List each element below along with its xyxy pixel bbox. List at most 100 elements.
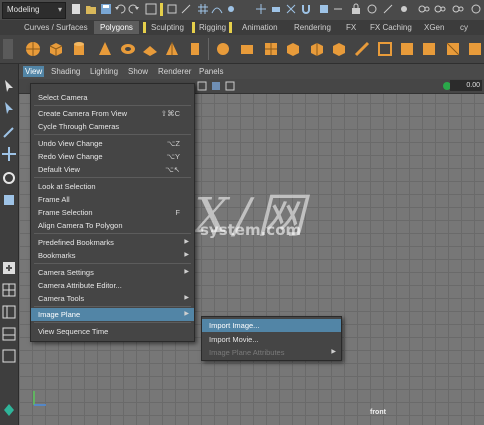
poly-sphere-icon[interactable] [24, 40, 42, 58]
paint-select-icon[interactable] [1, 124, 17, 140]
shading-icon[interactable] [452, 3, 464, 15]
extract-icon[interactable] [262, 40, 280, 58]
menu-item-camera-settings[interactable]: Camera Settings ▶ [31, 266, 194, 279]
tab-rendering[interactable]: Rendering [288, 21, 337, 34]
bevel-icon[interactable] [308, 40, 326, 58]
snap-surface-icon[interactable] [270, 3, 282, 15]
menu-separator [34, 105, 191, 106]
snap-grid-icon[interactable] [197, 3, 209, 15]
tab-animation[interactable]: Animation [236, 21, 284, 34]
render-current-frame-icon[interactable] [366, 3, 378, 15]
menu-item-import-movie[interactable]: Import Movie... [202, 333, 341, 346]
menu-item-align-camera-to-polygon[interactable]: Align Camera To Polygon [31, 219, 194, 232]
poly-cube-icon[interactable] [47, 40, 65, 58]
poly-disc-icon[interactable] [163, 40, 181, 58]
menu-item-image-plane[interactable]: Image Plane ▶ [31, 308, 194, 321]
menu-item-bookmarks[interactable]: Bookmarks ▶ [31, 249, 194, 262]
tab-rigging[interactable]: Rigging [193, 21, 232, 34]
snap-view-plane-icon[interactable] [285, 3, 297, 15]
construction-history-icon[interactable] [318, 3, 330, 15]
menu-item-undo-view-change[interactable]: Undo View Change ⌥Z [31, 137, 194, 150]
tab-curves-surfaces[interactable]: Curves / Surfaces [18, 21, 94, 34]
rotate-tool-icon[interactable] [1, 170, 17, 186]
menu-item-predefined-bookmarks[interactable]: Predefined Bookmarks ▶ [31, 236, 194, 249]
menu-item-select-camera[interactable]: Select Camera [31, 91, 194, 104]
menu-item-frame-all[interactable]: Frame All [31, 193, 194, 206]
outliner-layout-icon[interactable] [1, 348, 17, 364]
poly-cylinder-icon[interactable] [70, 40, 88, 58]
tab-cy[interactable]: cy [454, 21, 474, 34]
separate-icon[interactable] [238, 40, 256, 58]
menu-panels[interactable]: Panels [197, 66, 225, 77]
poly-cone-icon[interactable] [96, 40, 114, 58]
shelf-options-icon[interactable] [3, 39, 13, 59]
uv-editor-icon[interactable] [420, 40, 438, 58]
hypershade-icon[interactable] [418, 3, 430, 15]
tab-fx-caching[interactable]: FX Caching [364, 21, 418, 34]
lock-icon[interactable] [350, 3, 362, 15]
persp-graph-layout-icon[interactable] [1, 326, 17, 342]
bookmarks-icon[interactable] [225, 81, 235, 91]
menu-item-view-sequence-time[interactable]: View Sequence Time [31, 325, 194, 338]
persp-outliner-layout-icon[interactable] [1, 304, 17, 320]
menu-item-default-view[interactable]: Default View ⌥↖ [31, 163, 194, 176]
input-ops-icon[interactable] [332, 3, 344, 15]
menu-item-cycle-through-cameras[interactable]: Cycle Through Cameras [31, 120, 194, 133]
tab-xgen[interactable]: XGen [418, 21, 450, 34]
poly-torus-icon[interactable] [119, 40, 137, 58]
ipr-render-icon[interactable] [382, 3, 394, 15]
magnet-icon[interactable] [300, 3, 312, 15]
combine-icon[interactable] [214, 40, 232, 58]
new-scene-icon[interactable] [70, 3, 82, 15]
menu-view[interactable]: View [23, 66, 45, 77]
save-scene-icon[interactable] [100, 3, 112, 15]
select-edge-icon[interactable] [180, 3, 192, 15]
tab-polygons[interactable]: Polygons [94, 21, 139, 34]
select-vertex-icon[interactable] [166, 3, 178, 15]
move-tool-status-icon[interactable] [255, 3, 267, 15]
redo-icon[interactable] [128, 3, 140, 15]
menu-item-import-image[interactable]: Import Image... [202, 319, 341, 332]
render-settings-icon[interactable] [398, 3, 410, 15]
tab-sculpting[interactable]: Sculpting [145, 21, 190, 34]
smooth-icon[interactable] [284, 40, 302, 58]
bridge-icon[interactable] [330, 40, 348, 58]
menu-show[interactable]: Show [126, 66, 150, 77]
menu-item-create-camera-from-view[interactable]: Create Camera From View ⇧⌘C [31, 107, 194, 120]
automatic-mapping-icon[interactable] [466, 40, 484, 58]
mode-dropdown[interactable]: Modeling ▾ [2, 2, 66, 19]
menu-item-redo-view-change[interactable]: Redo View Change ⌥Y [31, 150, 194, 163]
camera-attributes-icon[interactable] [197, 81, 207, 91]
menu-renderer[interactable]: Renderer [156, 66, 193, 77]
snap-curve-icon[interactable] [211, 3, 223, 15]
menu-shortcut: ⌥Y [166, 152, 180, 161]
select-tool-icon[interactable] [1, 78, 17, 94]
open-scene-icon[interactable] [85, 3, 97, 15]
select-by-hierarchy-icon[interactable] [145, 3, 157, 15]
render-layer-icon[interactable] [1, 402, 17, 418]
menu-item-frame-selection[interactable]: Frame Selection F [31, 206, 194, 219]
multi-cut-icon[interactable] [353, 40, 371, 58]
scale-tool-icon[interactable] [1, 192, 17, 208]
render-view-icon[interactable] [434, 3, 446, 15]
four-view-layout-icon[interactable] [1, 282, 17, 298]
move-tool-icon[interactable] [1, 146, 17, 162]
single-perspective-layout-icon[interactable] [1, 260, 17, 276]
poly-pipe-icon[interactable] [186, 40, 204, 58]
target-weld-icon[interactable] [376, 40, 394, 58]
menu-shading[interactable]: Shading [49, 66, 82, 77]
tab-fx[interactable]: FX [340, 21, 362, 34]
planar-mapping-icon[interactable] [444, 40, 462, 58]
snap-point-icon[interactable] [225, 3, 237, 15]
poly-plane-icon[interactable] [141, 40, 159, 58]
undo-icon[interactable] [114, 3, 126, 15]
menu-item-camera-attribute-editor[interactable]: Camera Attribute Editor... [31, 279, 194, 292]
exposure-value-field[interactable]: 0.00 [450, 80, 482, 91]
lighting-icon[interactable] [470, 3, 482, 15]
grid-toggle-icon[interactable] [211, 81, 221, 91]
menu-item-look-at-selection[interactable]: Look at Selection [31, 180, 194, 193]
menu-lighting[interactable]: Lighting [88, 66, 120, 77]
edge-loop-icon[interactable] [398, 40, 416, 58]
menu-item-camera-tools[interactable]: Camera Tools ▶ [31, 292, 194, 305]
lasso-tool-icon[interactable] [1, 100, 17, 116]
